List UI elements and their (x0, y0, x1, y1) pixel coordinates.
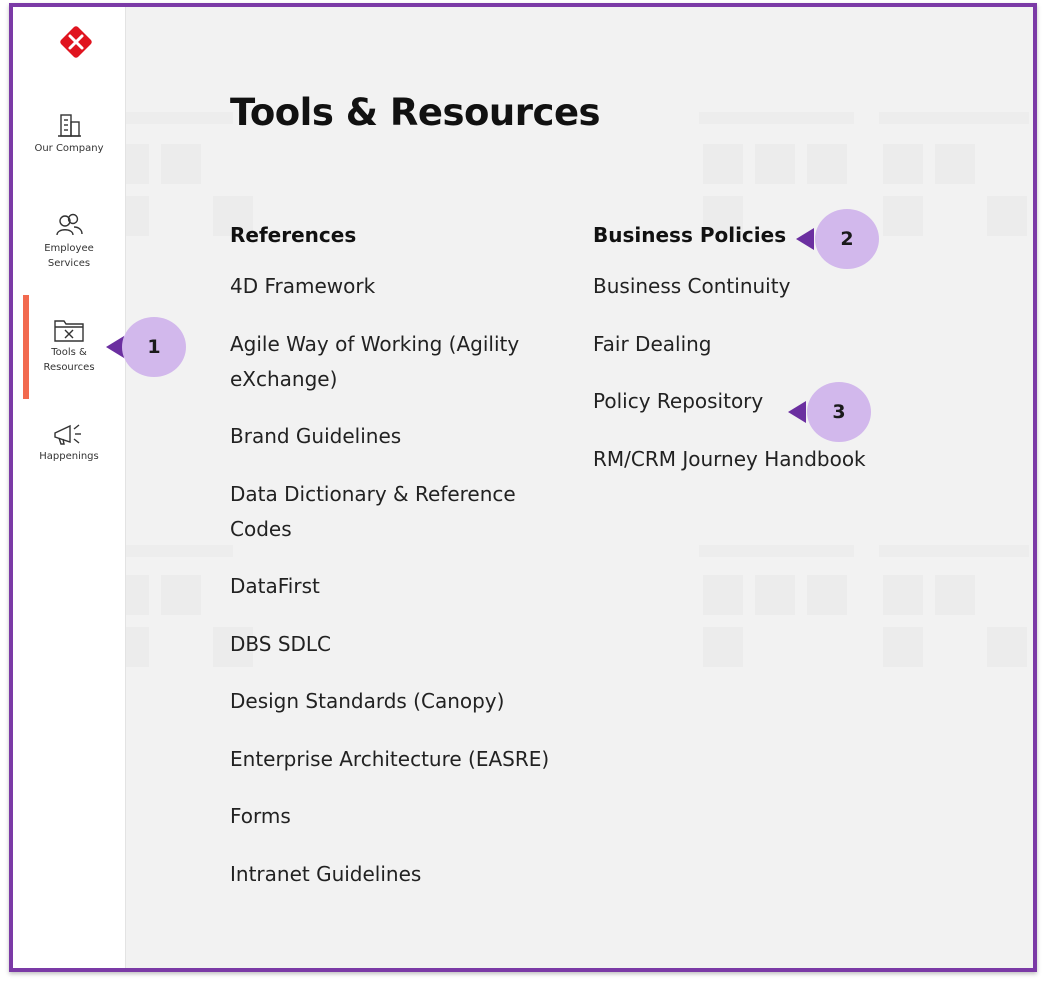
reference-link[interactable]: Enterprise Architecture (EASRE) (230, 742, 560, 777)
dbs-logo[interactable] (59, 25, 93, 59)
bg-tile (703, 627, 743, 667)
reference-link[interactable]: Data Dictionary & Reference Codes (230, 477, 560, 547)
sidebar-nav: Our Company Employee Services Tools & Re… (13, 7, 126, 968)
bg-tile (699, 112, 854, 124)
references-heading: References (230, 223, 357, 247)
sidebar-item-label: Our Company (34, 143, 104, 154)
policy-link[interactable]: Policy Repository (593, 384, 923, 419)
references-section: References 4D Framework Agile Way of Wor… (230, 223, 560, 914)
policy-link[interactable]: Business Continuity (593, 269, 923, 304)
reference-link[interactable]: DataFirst (230, 569, 560, 604)
bg-tile (987, 196, 1027, 236)
app-frame: Our Company Employee Services Tools & Re… (9, 3, 1037, 972)
page-title: Tools & Resources (230, 91, 601, 134)
bg-tile (987, 627, 1027, 667)
reference-link[interactable]: Agile Way of Working (Agility eXchange) (230, 327, 560, 397)
bg-tile (807, 575, 847, 615)
sidebar-item-label: Tools & Resources (43, 347, 95, 373)
bg-tile (161, 144, 201, 184)
building-icon (58, 114, 81, 137)
bg-tile (755, 144, 795, 184)
callout-arrow (796, 228, 814, 250)
bg-tile (935, 575, 975, 615)
policy-link[interactable]: RM/CRM Journey Handbook (593, 442, 923, 477)
folder-tools-icon (54, 320, 84, 342)
bg-tile (883, 627, 923, 667)
sidebar-item-our-company[interactable]: Our Company (13, 109, 125, 156)
bg-tile (879, 545, 1029, 557)
callout-number: 1 (122, 317, 186, 377)
callout-arrow (788, 401, 806, 423)
reference-link[interactable]: Intranet Guidelines (230, 857, 560, 892)
bg-tile (883, 575, 923, 615)
callout-number: 3 (807, 382, 871, 442)
bg-tile (161, 575, 201, 615)
sidebar-item-label: Employee Services (44, 243, 94, 269)
bg-tile (935, 144, 975, 184)
references-list: 4D Framework Agile Way of Working (Agili… (230, 269, 560, 892)
sidebar-item-happenings[interactable]: Happenings (13, 421, 125, 464)
reference-link[interactable]: Forms (230, 799, 560, 834)
bg-tile (883, 144, 923, 184)
bg-tile (703, 144, 743, 184)
people-icon (56, 213, 83, 236)
sidebar-item-label: Happenings (39, 451, 99, 462)
reference-link[interactable]: DBS SDLC (230, 627, 560, 662)
bg-tile (703, 575, 743, 615)
bg-tile (755, 575, 795, 615)
bg-tile (807, 144, 847, 184)
reference-link[interactable]: Design Standards (Canopy) (230, 684, 560, 719)
megaphone-icon (54, 424, 81, 445)
sidebar-item-employee-services[interactable]: Employee Services (13, 211, 125, 271)
business-policies-list: Business Continuity Fair Dealing Policy … (593, 269, 923, 477)
bg-tile (699, 545, 854, 557)
reference-link[interactable]: Brand Guidelines (230, 419, 560, 454)
callout-number: 2 (815, 209, 879, 269)
bg-tile (879, 112, 1029, 124)
business-policies-section: Business Policies Business Continuity Fa… (593, 223, 923, 499)
policy-link[interactable]: Fair Dealing (593, 327, 923, 362)
reference-link[interactable]: 4D Framework (230, 269, 560, 304)
